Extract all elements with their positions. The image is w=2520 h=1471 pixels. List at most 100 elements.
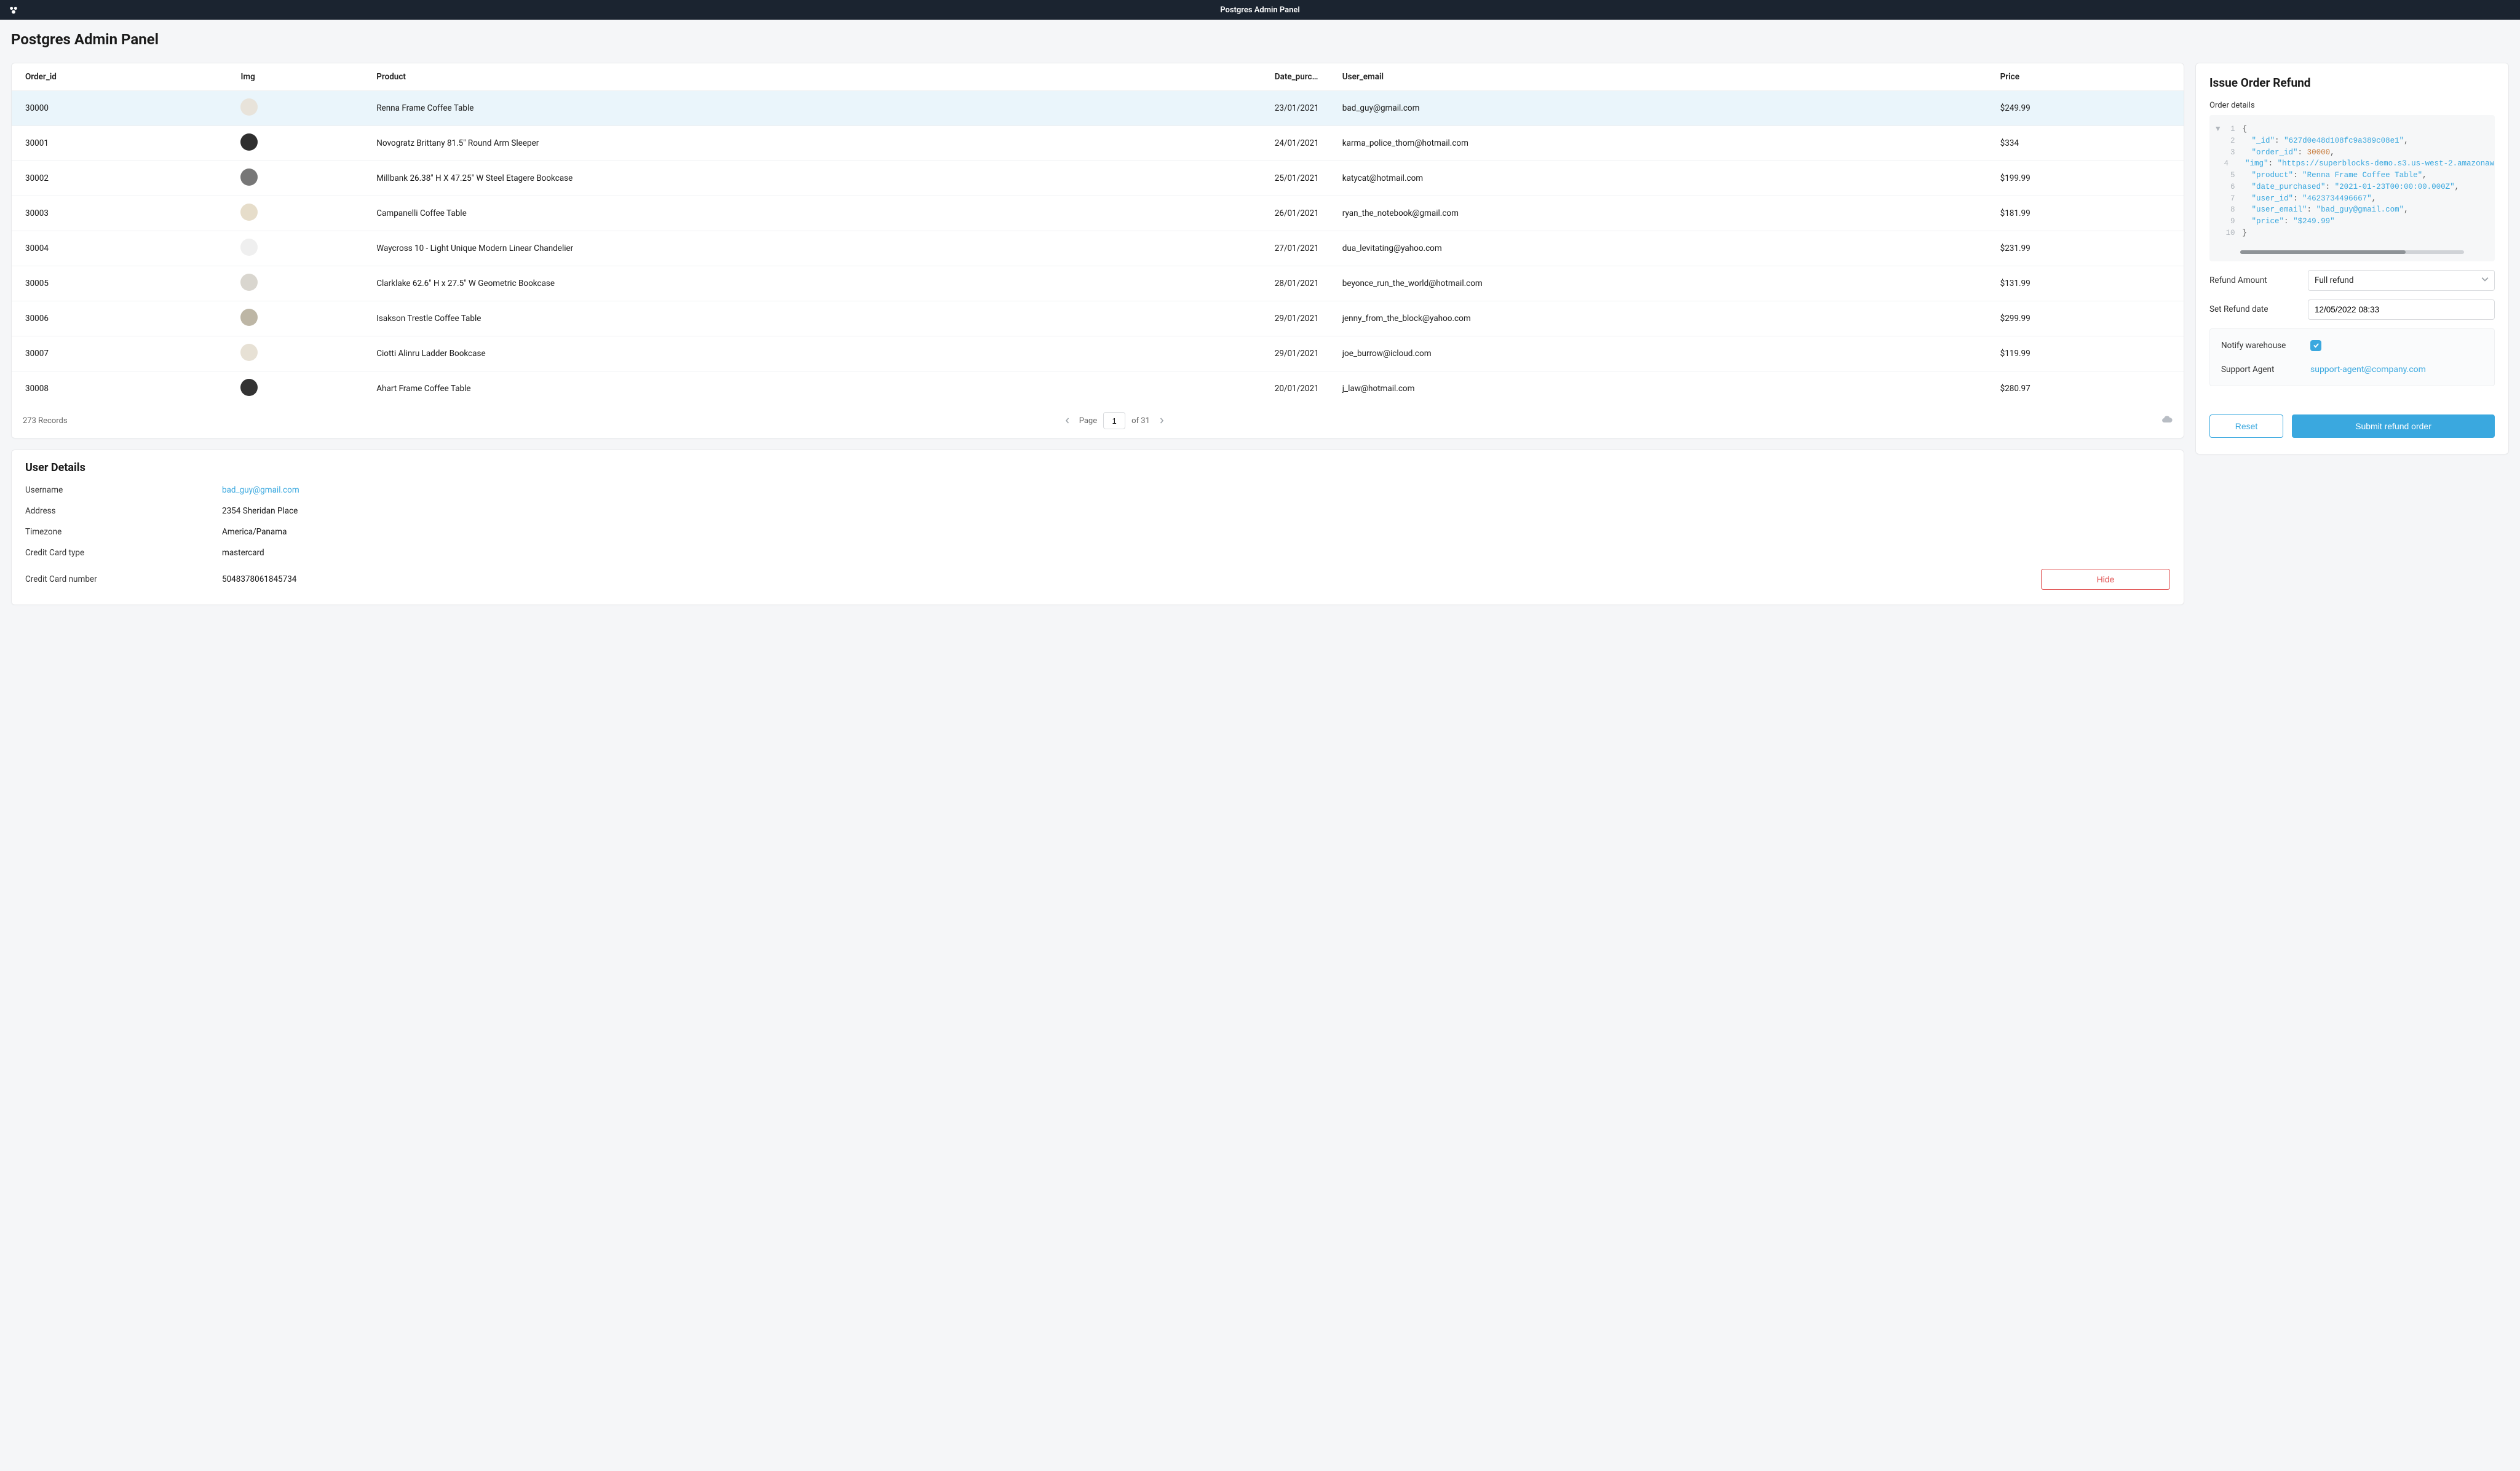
table-row[interactable]: 30002Millbank 26.38" H X 47.25" W Steel …: [12, 161, 2184, 196]
cell-email: j_law@hotmail.com: [1335, 371, 1993, 406]
table-row[interactable]: 30005Clarklake 62.6" H x 27.5" W Geometr…: [12, 266, 2184, 301]
notify-checkbox[interactable]: [2310, 340, 2321, 351]
cell-email: ryan_the_notebook@gmail.com: [1335, 196, 1993, 231]
timezone-label: Timezone: [25, 527, 222, 537]
product-thumb-icon: [240, 133, 258, 151]
col-date-purchased[interactable]: Date_purc…: [1267, 63, 1335, 91]
col-price[interactable]: Price: [1993, 63, 2184, 91]
cc-type-value: mastercard: [222, 548, 264, 558]
refund-card: Issue Order Refund Order details ▼1{ 2 "…: [2195, 63, 2509, 454]
cell-date: 20/01/2021: [1267, 371, 1335, 406]
cell-img: [233, 196, 369, 231]
table-row[interactable]: 30007 Ciotti Alinru Ladder Bookcase29/01/…: [12, 336, 2184, 371]
refund-subpanel: Notify warehouse Support Agent support-a…: [2209, 328, 2495, 386]
cell-product: Millbank 26.38" H X 47.25" W Steel Etage…: [369, 161, 1267, 196]
cell-product: Waycross 10 - Light Unique Modern Linear…: [369, 231, 1267, 266]
cell-product: Ciotti Alinru Ladder Bookcase: [369, 336, 1267, 371]
cell-img: [233, 371, 369, 406]
cc-type-label: Credit Card type: [25, 548, 222, 558]
cell-date: 27/01/2021: [1267, 231, 1335, 266]
reset-button[interactable]: Reset: [2209, 414, 2283, 438]
cell-email: bad_guy@gmail.com: [1335, 91, 1993, 126]
table-row[interactable]: 30004 Waycross 10 - Light Unique Modern L…: [12, 231, 2184, 266]
prev-page-button[interactable]: [1062, 415, 1073, 426]
cell-product: Renna Frame Coffee Table: [369, 91, 1267, 126]
hide-button[interactable]: Hide: [2041, 569, 2170, 590]
address-value: 2354 Sheridan Place: [222, 506, 298, 516]
agent-label: Support Agent: [2221, 365, 2310, 375]
address-label: Address: [25, 506, 222, 516]
col-user-email[interactable]: User_email: [1335, 63, 1993, 91]
page-label: Page: [1079, 416, 1097, 426]
cell-email: karma_police_thom@hotmail.com: [1335, 126, 1993, 161]
table-row[interactable]: 30006Isakson Trestle Coffee Table29/01/2…: [12, 301, 2184, 336]
cell-img: [233, 126, 369, 161]
cell-price: $119.99: [1993, 336, 2184, 371]
col-img[interactable]: Img: [233, 63, 369, 91]
orders-table-card: Order_id Img Product Date_purc… User_ema…: [11, 63, 2184, 438]
topbar: Postgres Admin Panel: [0, 0, 2520, 20]
download-icon[interactable]: [2161, 414, 2173, 427]
submit-button[interactable]: Submit refund order: [2292, 414, 2495, 438]
cell-date: 25/01/2021: [1267, 161, 1335, 196]
table-row[interactable]: 30008 Ahart Frame Coffee Table20/01/2021j…: [12, 371, 2184, 406]
page-of-label: of 31: [1131, 416, 1150, 426]
cc-num-value: 5048378061845734: [222, 574, 296, 584]
cell-order-id: 30003: [12, 196, 233, 231]
product-thumb-icon: [240, 309, 258, 326]
page-title: Postgres Admin Panel: [11, 31, 2509, 48]
product-thumb-icon: [240, 274, 258, 291]
cell-date: 26/01/2021: [1267, 196, 1335, 231]
cell-order-id: 30004: [12, 231, 233, 266]
cell-order-id: 30008: [12, 371, 233, 406]
refund-date-input[interactable]: [2308, 299, 2495, 320]
code-scrollbar[interactable]: [2240, 250, 2464, 254]
table-row[interactable]: 30003 Campanelli Coffee Table26/01/2021ry…: [12, 196, 2184, 231]
cell-email: jenny_from_the_block@yahoo.com: [1335, 301, 1993, 336]
cell-order-id: 30007: [12, 336, 233, 371]
cell-img: [233, 266, 369, 301]
cell-product: Isakson Trestle Coffee Table: [369, 301, 1267, 336]
cell-product: Novogratz Brittany 81.5" Round Arm Sleep…: [369, 126, 1267, 161]
notify-label: Notify warehouse: [2221, 341, 2310, 351]
page-input[interactable]: [1103, 412, 1125, 429]
cell-price: $334: [1993, 126, 2184, 161]
next-page-button[interactable]: [1156, 415, 1167, 426]
product-thumb-icon: [240, 98, 258, 116]
cell-date: 23/01/2021: [1267, 91, 1335, 126]
cell-email: beyonce_run_the_world@hotmail.com: [1335, 266, 1993, 301]
cell-date: 29/01/2021: [1267, 336, 1335, 371]
timezone-value: America/Panama: [222, 527, 287, 537]
app-logo-icon: [7, 4, 20, 16]
cell-price: $299.99: [1993, 301, 2184, 336]
cell-price: $181.99: [1993, 196, 2184, 231]
cell-date: 29/01/2021: [1267, 301, 1335, 336]
refund-title: Issue Order Refund: [2209, 76, 2495, 90]
cell-product: Campanelli Coffee Table: [369, 196, 1267, 231]
user-details-title: User Details: [25, 461, 2170, 474]
cell-product: Ahart Frame Coffee Table: [369, 371, 1267, 406]
cell-order-id: 30000: [12, 91, 233, 126]
cell-price: $199.99: [1993, 161, 2184, 196]
topbar-title: Postgres Admin Panel: [1220, 6, 1300, 15]
cell-date: 28/01/2021: [1267, 266, 1335, 301]
product-thumb-icon: [240, 169, 258, 186]
agent-value[interactable]: support-agent@company.com: [2310, 365, 2426, 375]
user-details-card: User Details Usernamebad_guy@gmail.com A…: [11, 450, 2184, 605]
table-row[interactable]: 30000 Renna Frame Coffee Table23/01/2021b…: [12, 91, 2184, 126]
product-thumb-icon: [240, 239, 258, 256]
cell-order-id: 30001: [12, 126, 233, 161]
col-order-id[interactable]: Order_id: [12, 63, 233, 91]
table-row[interactable]: 30001 Novogratz Brittany 81.5" Round Arm …: [12, 126, 2184, 161]
cell-img: [233, 336, 369, 371]
refund-amount-select[interactable]: Full refund: [2308, 270, 2495, 291]
col-product[interactable]: Product: [369, 63, 1267, 91]
orders-table: Order_id Img Product Date_purc… User_ema…: [12, 63, 2184, 406]
order-json-viewer[interactable]: ▼1{ 2 "_id": "627d0e48d108fc9a389c08e1",…: [2209, 115, 2495, 261]
pager: Page of 31: [1062, 412, 1167, 429]
username-value[interactable]: bad_guy@gmail.com: [222, 485, 299, 495]
cell-email: katycat@hotmail.com: [1335, 161, 1993, 196]
cell-price: $131.99: [1993, 266, 2184, 301]
refund-date-label: Set Refund date: [2209, 304, 2308, 314]
cell-price: $231.99: [1993, 231, 2184, 266]
